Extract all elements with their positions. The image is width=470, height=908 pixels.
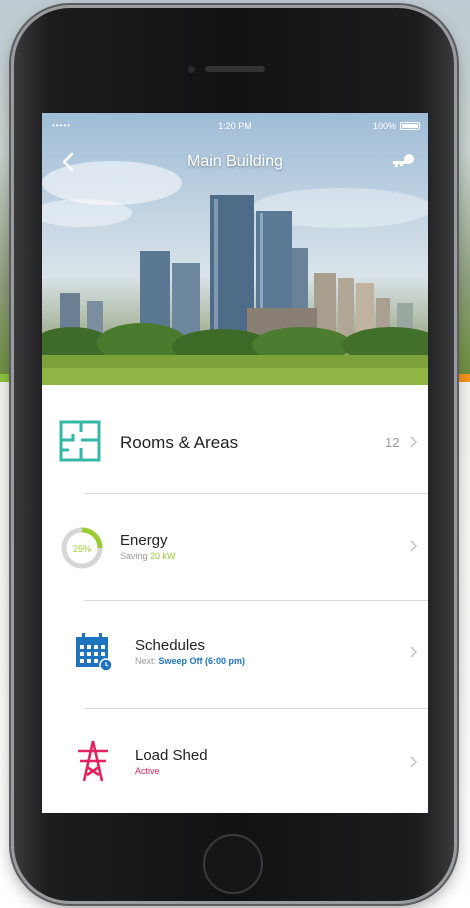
menu-item-schedules[interactable]: Schedules Next: Sweep Off (6:00 pm) (42, 601, 428, 708)
load-shed-status: Active (135, 766, 160, 776)
chevron-right-icon (410, 540, 418, 552)
home-button[interactable] (203, 834, 263, 894)
chevron-right-icon (410, 756, 418, 768)
calendar-icon (76, 633, 113, 672)
schedules-subtitle-prefix: Next: (135, 656, 157, 666)
front-camera (188, 66, 195, 73)
key-icon (393, 154, 414, 167)
battery-percent: 100% (372, 121, 396, 131)
chevron-right-icon (410, 436, 418, 448)
power-tower-icon (78, 740, 108, 782)
status-bar: ••••• 1:20 PM 100% (42, 119, 428, 133)
phone-screen: ••••• 1:20 PM 100% Main Building Rooms &… (42, 113, 428, 813)
chevron-right-icon (410, 646, 418, 658)
clock: 1:20 PM (218, 121, 252, 131)
energy-label: Energy (120, 532, 168, 549)
schedules-label: Schedules (135, 637, 206, 654)
phone-frame: ••••• 1:20 PM 100% Main Building Rooms &… (14, 8, 454, 901)
rooms-label: Rooms & Areas (120, 433, 239, 452)
load-shed-label: Load Shed (135, 747, 208, 764)
menu-list: Rooms & Areas 12 25% Energy Saving 20 kW (42, 385, 428, 813)
battery-icon (400, 122, 420, 130)
gauge-icon: 25% (61, 527, 103, 569)
rooms-count: 12 (385, 435, 400, 450)
page-title: Main Building (186, 153, 284, 170)
floorplan-icon (59, 420, 101, 462)
menu-item-load-shed[interactable]: Load Shed Active (42, 709, 428, 813)
menu-item-energy[interactable]: 25% Energy Saving 20 kW (42, 494, 428, 600)
gauge-percent: 25% (73, 544, 91, 554)
schedules-subtitle-value: Sweep Off (6:00 pm) (158, 656, 246, 666)
menu-item-rooms[interactable]: Rooms & Areas 12 (42, 385, 428, 493)
energy-subtitle-prefix: Saving (120, 551, 148, 561)
hero-image: ••••• 1:20 PM 100% Main Building (42, 113, 428, 385)
key-button[interactable] (390, 151, 416, 173)
energy-subtitle: Saving 20 kW (120, 551, 176, 561)
earpiece-speaker (205, 66, 265, 72)
schedules-subtitle: Next: Sweep Off (6:00 pm) (135, 656, 245, 666)
energy-subtitle-value: 20 kW (150, 551, 176, 561)
